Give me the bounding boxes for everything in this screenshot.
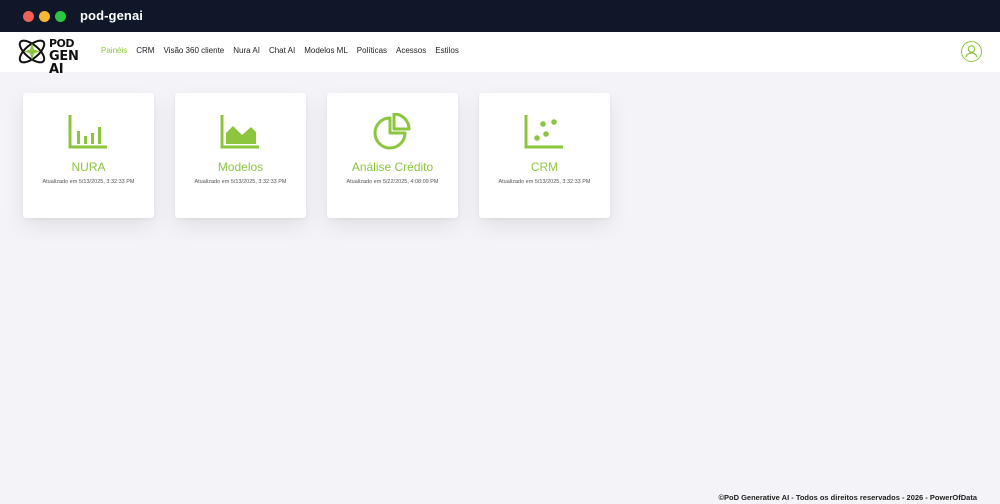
top-navbar: POD GEN AI Painéis CRM Visão 360 cliente… — [0, 32, 1000, 76]
maximize-window-button[interactable] — [55, 11, 66, 22]
main-nav: Painéis CRM Visão 360 cliente Nura AI Ch… — [101, 46, 468, 55]
nav-item-visao-360[interactable]: Visão 360 cliente — [163, 46, 224, 55]
dashboard-card-nura[interactable]: NURA Atualizado em 5/13/2025, 3:32:33 PM — [23, 93, 154, 218]
card-title: Modelos — [217, 160, 264, 174]
nav-item-paineis[interactable]: Painéis — [101, 46, 127, 55]
card-updated-timestamp: Atualizado em 5/13/2025, 3:32:33 PM — [498, 179, 591, 185]
dashboard-card-modelos[interactable]: Modelos Atualizado em 5/13/2025, 3:32:33… — [175, 93, 306, 218]
user-avatar-button[interactable] — [961, 41, 982, 62]
pod-genai-logo[interactable]: POD GEN AI — [16, 36, 84, 76]
card-title: Análise Crédito — [351, 160, 434, 174]
nav-item-chat-ai[interactable]: Chat AI — [269, 46, 295, 55]
footer-copyright: ©PoD Generative AI - Todos os direitos r… — [718, 493, 977, 502]
user-icon — [965, 45, 978, 58]
atom-logo-icon — [18, 39, 46, 64]
nav-item-modelos-ml[interactable]: Modelos ML — [304, 46, 348, 55]
close-window-button[interactable] — [23, 11, 34, 22]
logo-line-2: GEN AI — [49, 49, 79, 77]
card-updated-timestamp: Atualizado em 5/13/2025, 3:32:33 PM — [42, 179, 135, 185]
pie-chart-icon — [373, 113, 411, 150]
dashboard-card-analise-credito[interactable]: Análise Crédito Atualizado em 5/22/2025,… — [327, 93, 458, 218]
nav-item-crm[interactable]: CRM — [136, 46, 154, 55]
card-updated-timestamp: Atualizado em 5/13/2025, 3:32:33 PM — [194, 179, 287, 185]
minimize-window-button[interactable] — [39, 11, 50, 22]
area-chart-icon — [220, 115, 259, 149]
dashboard-card-crm[interactable]: CRM Atualizado em 5/13/2025, 3:32:33 PM — [479, 93, 610, 218]
card-title: NURA — [71, 160, 106, 174]
nav-item-estilos[interactable]: Estilos — [435, 46, 459, 55]
window-titlebar: pod-genai — [0, 0, 1000, 32]
card-title: CRM — [530, 160, 559, 174]
window-title: pod-genai — [80, 8, 144, 23]
nav-item-nura-ai[interactable]: Nura AI — [233, 46, 260, 55]
scatter-chart-icon — [524, 115, 563, 149]
logo-wordmark: POD GEN AI — [49, 37, 84, 76]
card-updated-timestamp: Atualizado em 5/22/2025, 4:08:09 PM — [346, 179, 439, 185]
nav-item-acessos[interactable]: Acessos — [396, 46, 426, 55]
bar-chart-icon — [68, 115, 107, 149]
nav-item-politicas[interactable]: Políticas — [357, 46, 387, 55]
